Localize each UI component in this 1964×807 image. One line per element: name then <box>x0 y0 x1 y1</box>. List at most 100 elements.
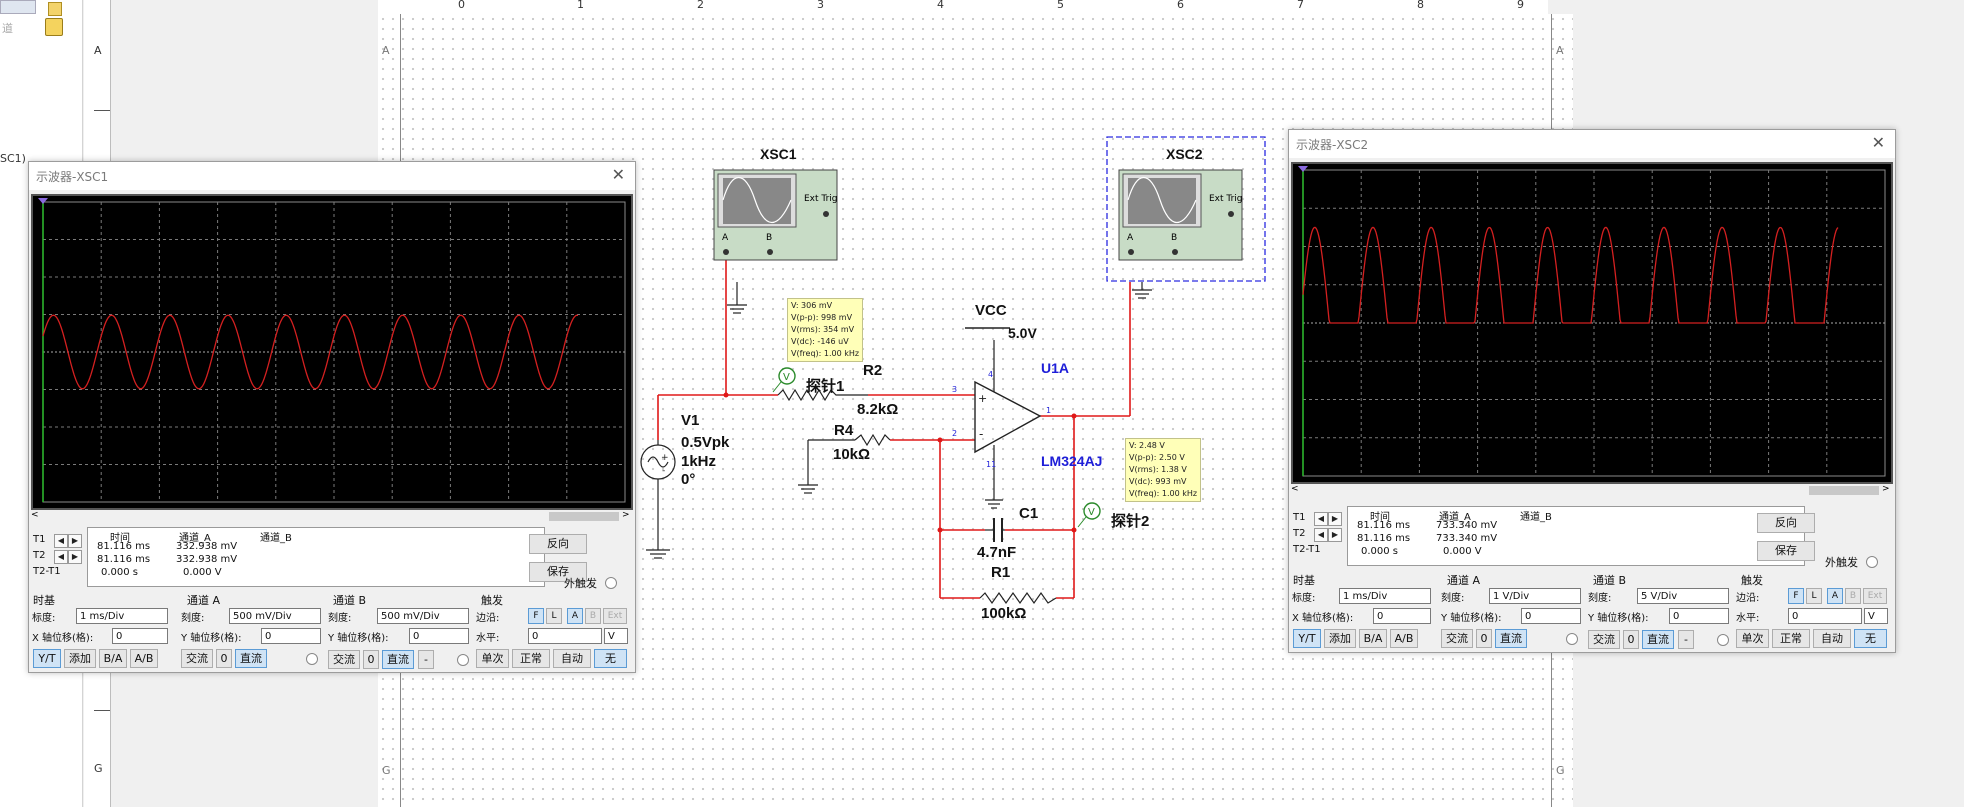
channel-a-radio[interactable] <box>1566 633 1578 645</box>
channel-b-radio[interactable] <box>457 654 469 666</box>
t1-right-arrow-icon[interactable]: ▶ <box>68 534 82 548</box>
trigger-auto-button[interactable]: 自动 <box>553 649 591 668</box>
trigger-source-b-button[interactable]: B <box>585 608 601 624</box>
xsc2-label: XSC2 <box>1166 146 1203 162</box>
channel-b-scale-input[interactable]: 5 V/Div <box>1637 588 1729 604</box>
trigger-source-b-button[interactable]: B <box>1845 588 1861 604</box>
t2-left-arrow-icon[interactable]: ◀ <box>1314 528 1328 542</box>
channel-a-ypos-input[interactable]: 0 <box>261 628 321 644</box>
channel-b-scale-input[interactable]: 500 mV/Div <box>377 608 469 624</box>
trigger-none-button[interactable]: 无 <box>1854 629 1887 648</box>
trigger-level-input[interactable]: 0 <box>528 628 602 644</box>
trigger-falling-edge-button[interactable]: L <box>546 608 562 624</box>
channel-a-ypos-input[interactable]: 0 <box>1521 608 1581 624</box>
trigger-auto-button[interactable]: 自动 <box>1813 629 1851 648</box>
add-mode-button[interactable]: 添加 <box>64 649 96 668</box>
scroll-left-icon[interactable]: < <box>31 510 39 520</box>
trigger-normal-button[interactable]: 正常 <box>1772 629 1810 648</box>
ba-mode-button[interactable]: B/A <box>1359 629 1387 648</box>
trigger-normal-button[interactable]: 正常 <box>512 649 550 668</box>
t1-left-arrow-icon[interactable]: ◀ <box>54 534 68 548</box>
t2-right-arrow-icon[interactable]: ▶ <box>1328 528 1342 542</box>
yt-mode-button[interactable]: Y/T <box>1293 629 1321 648</box>
channel-b-zero-button[interactable]: 0 <box>1623 630 1639 649</box>
x-position-label: X 轴位移(格): <box>32 633 94 644</box>
channel-b-ypos-input[interactable]: 0 <box>1669 608 1729 624</box>
scroll-thumb[interactable] <box>549 512 619 521</box>
reverse-button[interactable]: 反向 <box>529 534 587 554</box>
trigger-source-ext-button[interactable]: Ext <box>1863 588 1887 604</box>
channel-a-ac-button[interactable]: 交流 <box>1441 629 1473 648</box>
x-position-input[interactable]: 0 <box>112 628 168 644</box>
channel-b-zero-button[interactable]: 0 <box>363 650 379 669</box>
scope-screen[interactable] <box>31 194 633 510</box>
x-position-input[interactable]: 0 <box>1373 608 1431 624</box>
channel-b-ac-button[interactable]: 交流 <box>1588 630 1620 649</box>
channel-b-ypos-input[interactable]: 0 <box>409 628 469 644</box>
t1-left-arrow-icon[interactable]: ◀ <box>1314 512 1328 526</box>
ext-trigger-radio[interactable] <box>605 577 617 589</box>
t2-time: 81.116 ms <box>1357 533 1411 544</box>
channel-b-radio[interactable] <box>1717 634 1729 646</box>
trigger-rising-edge-button[interactable]: F <box>528 608 544 624</box>
channel-a-ac-button[interactable]: 交流 <box>181 649 213 668</box>
scope-scrollbar[interactable]: < > <box>31 510 630 523</box>
trigger-level-input[interactable]: 0 <box>1788 608 1862 624</box>
channel-a-title: 通道 A <box>187 594 221 607</box>
timebase-scale-input[interactable]: 1 ms/Div <box>76 608 168 624</box>
trigger-source-a-button[interactable]: A <box>567 608 583 624</box>
window-titlebar[interactable]: 示波器-XSC1 ✕ <box>29 162 635 190</box>
reverse-button[interactable]: 反向 <box>1757 513 1815 533</box>
scroll-thumb[interactable] <box>1809 486 1879 495</box>
channel-a-radio[interactable] <box>306 653 318 665</box>
channel-a-scale-input[interactable]: 500 mV/Div <box>229 608 321 624</box>
close-icon[interactable]: ✕ <box>612 165 625 184</box>
ext-trigger-radio[interactable] <box>1866 556 1878 568</box>
trigger-falling-edge-button[interactable]: L <box>1806 588 1822 604</box>
oscilloscope-window-xsc1[interactable]: 示波器-XSC1 ✕ < > 时间 通道_A 通道_B 81.116 ms 33… <box>28 161 636 673</box>
channel-b-minus-button[interactable]: - <box>1678 630 1694 649</box>
t1-right-arrow-icon[interactable]: ▶ <box>1328 512 1342 526</box>
trigger-level-unit[interactable]: V <box>604 628 628 644</box>
t2-channel-a: 733.340 mV <box>1436 533 1498 544</box>
ba-mode-button[interactable]: B/A <box>99 649 127 668</box>
scroll-left-icon[interactable]: < <box>1291 484 1299 494</box>
channel-b-ypos-label: Y 轴位移(格): <box>328 633 389 644</box>
trigger-rising-edge-button[interactable]: F <box>1788 588 1804 604</box>
trigger-single-button[interactable]: 单次 <box>476 649 509 668</box>
window-titlebar[interactable]: 示波器-XSC2 ✕ <box>1289 130 1895 158</box>
t2-left-arrow-icon[interactable]: ◀ <box>54 550 68 564</box>
oscilloscope-window-xsc2[interactable]: 示波器-XSC2 ✕ < > 时间 通道_A 通道_B 81.116 ms 73… <box>1288 129 1896 653</box>
t2-right-arrow-icon[interactable]: ▶ <box>68 550 82 564</box>
scroll-right-icon[interactable]: > <box>622 510 630 520</box>
trigger-single-button[interactable]: 单次 <box>1736 629 1769 648</box>
channel-a-zero-button[interactable]: 0 <box>216 649 232 668</box>
channel-a-zero-button[interactable]: 0 <box>1476 629 1492 648</box>
scroll-right-icon[interactable]: > <box>1882 484 1890 494</box>
ground-v1 <box>646 549 670 559</box>
add-mode-button[interactable]: 添加 <box>1324 629 1356 648</box>
channel-a-dc-button[interactable]: 直流 <box>235 649 267 668</box>
trigger-source-a-button[interactable]: A <box>1827 588 1843 604</box>
channel-a-dc-button[interactable]: 直流 <box>1495 629 1527 648</box>
channel-b-dc-button[interactable]: 直流 <box>1642 630 1674 649</box>
channel-b-minus-button[interactable]: - <box>418 650 434 669</box>
scope-screen[interactable] <box>1291 162 1893 484</box>
trigger-level-unit[interactable]: V <box>1864 608 1888 624</box>
channel-a-scale-input[interactable]: 1 V/Div <box>1489 588 1581 604</box>
c1-value: 4.7nF <box>977 544 1017 561</box>
scope-scrollbar[interactable]: < > <box>1291 484 1890 497</box>
timebase-scale-input[interactable]: 1 ms/Div <box>1339 588 1431 604</box>
channel-b-ac-button[interactable]: 交流 <box>328 650 360 669</box>
svg-text:+: + <box>978 392 987 405</box>
probe1-label: 探针1 <box>806 378 845 395</box>
yt-mode-button[interactable]: Y/T <box>33 649 61 668</box>
ab-mode-button[interactable]: A/B <box>130 649 158 668</box>
trigger-none-button[interactable]: 无 <box>594 649 627 668</box>
ab-mode-button[interactable]: A/B <box>1390 629 1418 648</box>
probe1-vpp: V(p-p): 998 mV <box>791 313 853 322</box>
close-icon[interactable]: ✕ <box>1872 133 1885 152</box>
trigger-source-ext-button[interactable]: Ext <box>603 608 627 624</box>
channel-b-dc-button[interactable]: 直流 <box>382 650 414 669</box>
save-button[interactable]: 保存 <box>1757 541 1815 561</box>
